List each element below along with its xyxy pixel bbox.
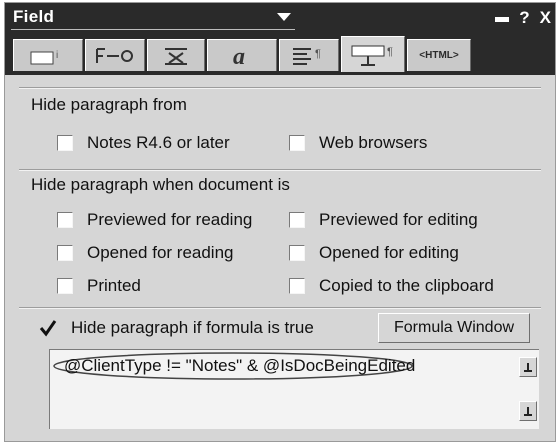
scroll-up-button[interactable]	[519, 357, 537, 377]
opened-reading-option[interactable]: Opened for reading	[57, 243, 234, 263]
dialog-title: Field	[13, 7, 55, 26]
printed-option[interactable]: Printed	[57, 276, 141, 296]
hide-when-heading: Hide paragraph when document is	[31, 175, 290, 194]
tab-hide-when[interactable]: ¶	[341, 36, 405, 72]
scroll-up-icon	[524, 363, 532, 372]
tab-html-label: <HTML>	[419, 50, 459, 61]
web-browsers-checkbox[interactable]	[289, 135, 305, 151]
svg-text:a: a	[233, 44, 245, 69]
hide-when-tab-icon: ¶	[351, 45, 393, 66]
tab-row: i a ¶ ¶ <HTML>	[5, 33, 555, 75]
svg-text:¶: ¶	[387, 46, 393, 58]
checkmark-icon[interactable]	[39, 319, 57, 337]
title-bar: Field ? X	[5, 3, 555, 33]
printed-label: Printed	[87, 276, 141, 295]
field-info-tab-icon: i	[30, 50, 58, 64]
scroll-down-icon	[524, 407, 532, 416]
close-button[interactable]: X	[540, 8, 551, 28]
font-tab-icon: a	[233, 44, 245, 69]
hide-if-formula-option[interactable]: Hide paragraph if formula is true	[39, 318, 314, 338]
opened-editing-checkbox[interactable]	[289, 245, 305, 261]
tab-html[interactable]: <HTML>	[407, 39, 471, 71]
svg-text:i: i	[56, 50, 58, 61]
formula-text: @ClientType != "Notes" & @IsDocBeingEdit…	[64, 356, 416, 375]
field-properties-dialog: Field ? X i a ¶ ¶ <HTML> Hide paragraph …	[4, 2, 556, 442]
formula-input[interactable]: @ClientType != "Notes" & @IsDocBeingEdit…	[49, 349, 539, 429]
hide-if-formula-label: Hide paragraph if formula is true	[71, 318, 314, 337]
previewed-editing-label: Previewed for editing	[319, 210, 478, 229]
alignment-tab-icon	[165, 47, 187, 65]
field-options-tab-icon	[96, 47, 133, 63]
minimize-icon[interactable]	[495, 16, 510, 22]
hide-from-heading: Hide paragraph from	[31, 95, 187, 114]
notes-r46-checkbox[interactable]	[57, 135, 73, 151]
paragraph-tab-icon: ¶	[293, 47, 321, 65]
opened-reading-checkbox[interactable]	[57, 245, 73, 261]
opened-reading-label: Opened for reading	[87, 243, 234, 262]
titlebar-buttons: ? X	[495, 8, 551, 28]
svg-text:¶: ¶	[315, 48, 321, 60]
notes-r46-option[interactable]: Notes R4.6 or later	[57, 133, 230, 153]
help-button[interactable]: ?	[519, 8, 529, 28]
previewed-editing-checkbox[interactable]	[289, 212, 305, 228]
tab-paragraph[interactable]: ¶	[279, 39, 339, 71]
formula-window-button[interactable]: Formula Window	[378, 313, 530, 343]
title-dropdown-line	[11, 29, 295, 30]
chevron-down-icon[interactable]	[277, 13, 291, 21]
previewed-editing-option[interactable]: Previewed for editing	[289, 210, 478, 230]
web-browsers-option[interactable]: Web browsers	[289, 133, 427, 153]
tab-field-options[interactable]	[85, 39, 145, 71]
previewed-reading-label: Previewed for reading	[87, 210, 253, 229]
opened-editing-label: Opened for editing	[319, 243, 459, 262]
copied-clipboard-checkbox[interactable]	[289, 278, 305, 294]
divider	[19, 169, 541, 171]
divider	[19, 87, 541, 89]
tab-font[interactable]: a	[207, 39, 277, 71]
scroll-down-button[interactable]	[519, 401, 537, 421]
previewed-reading-option[interactable]: Previewed for reading	[57, 210, 252, 230]
copied-clipboard-option[interactable]: Copied to the clipboard	[289, 276, 494, 296]
previewed-reading-checkbox[interactable]	[57, 212, 73, 228]
opened-editing-option[interactable]: Opened for editing	[289, 243, 459, 263]
tab-field-info[interactable]: i	[13, 39, 83, 71]
web-browsers-label: Web browsers	[319, 133, 428, 152]
tab-alignment[interactable]	[147, 39, 205, 71]
divider	[19, 307, 541, 309]
printed-checkbox[interactable]	[57, 278, 73, 294]
copied-clipboard-label: Copied to the clipboard	[319, 276, 494, 295]
notes-r46-label: Notes R4.6 or later	[87, 133, 230, 152]
